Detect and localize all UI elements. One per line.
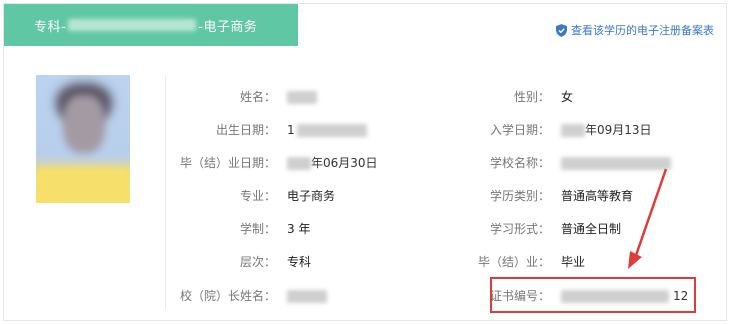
field-study-mode-value: 普通全日制 bbox=[561, 222, 622, 236]
field-education-type: 学历类别： bbox=[489, 189, 550, 203]
student-photo bbox=[36, 75, 130, 203]
field-graduation-date-value: 年06月30日 bbox=[287, 154, 378, 172]
field-graduation-date: 毕（结）业日期： bbox=[179, 156, 276, 170]
field-school-name: 学校名称： bbox=[489, 156, 550, 170]
field-level-value: 专科 bbox=[287, 255, 312, 269]
field-major-value: 电子商务 bbox=[287, 189, 336, 203]
field-graduation-status: 毕（结）业： bbox=[477, 255, 550, 269]
field-president: 校（院）长姓名： bbox=[179, 289, 276, 303]
view-registration-label: 查看该学历的电子注册备案表 bbox=[571, 24, 714, 37]
field-enrollment-date: 入学日期： bbox=[489, 123, 550, 137]
view-registration-link[interactable]: 查看该学历的电子注册备案表 bbox=[556, 22, 714, 38]
field-gender-value: 女 bbox=[561, 90, 574, 104]
degree-tab[interactable]: 专科- -电子商务 bbox=[4, 4, 298, 46]
field-gender: 性别： bbox=[513, 90, 550, 104]
tab-prefix: 专科- bbox=[34, 19, 67, 35]
field-name: 姓名： bbox=[239, 90, 276, 104]
red-arrow-icon bbox=[628, 168, 668, 269]
field-major: 专业： bbox=[239, 189, 276, 203]
field-name-value bbox=[287, 88, 317, 106]
field-level: 层次： bbox=[239, 255, 276, 269]
redacted-school bbox=[68, 19, 197, 31]
field-birthdate-value: 1 bbox=[287, 121, 367, 139]
field-duration: 学制： bbox=[239, 222, 276, 236]
field-birthdate: 出生日期： bbox=[215, 123, 276, 137]
certificate-highlight-box bbox=[490, 277, 696, 313]
tab-suffix: -电子商务 bbox=[198, 19, 258, 35]
field-enrollment-date-value: 年09月13日 bbox=[561, 121, 652, 139]
shield-check-icon bbox=[556, 23, 567, 37]
field-study-mode: 学习形式： bbox=[489, 222, 550, 236]
field-graduation-status-value: 毕业 bbox=[561, 255, 586, 269]
field-president-value bbox=[287, 287, 327, 305]
field-duration-value: 3 年 bbox=[287, 222, 311, 236]
